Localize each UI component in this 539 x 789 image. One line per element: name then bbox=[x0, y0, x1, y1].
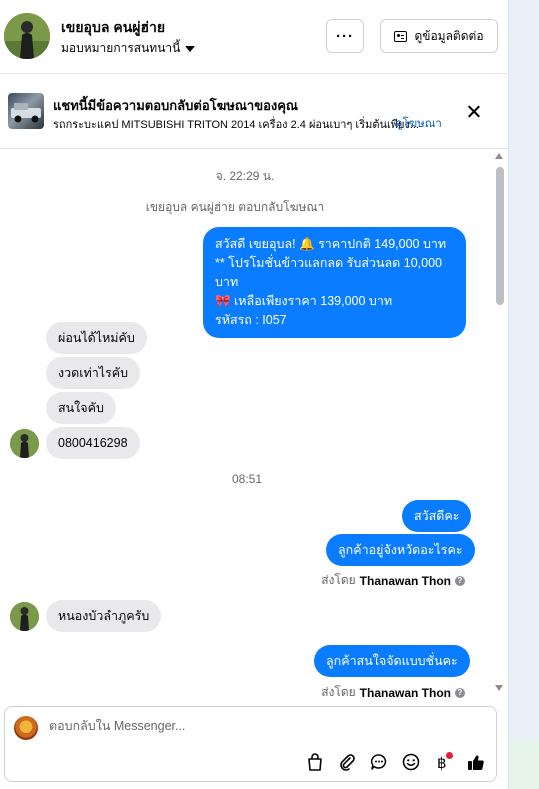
timestamp: 08:51 bbox=[231, 472, 263, 486]
sent-by-prefix: ส่งโดย bbox=[321, 573, 356, 587]
shopping-bag-icon[interactable] bbox=[305, 752, 325, 772]
paperclip-icon[interactable] bbox=[337, 752, 357, 772]
timestamp: จ. 22:29 น. bbox=[215, 169, 275, 183]
incoming-message: งวดเท่าไรคับ bbox=[46, 357, 141, 389]
sent-by-label: ส่งโดย Thanawan Thon ? bbox=[321, 571, 465, 590]
assign-conversation-dropdown[interactable]: มอบหมายการสนทนานี้ bbox=[61, 39, 196, 58]
ad-reply-line: สวัสดี เขยอุบล! 🔔 ราคาปกติ 149,000 บาท bbox=[215, 237, 447, 251]
sent-by-name: Thanawan Thon bbox=[359, 573, 451, 588]
ad-reply-line: ** โปรโมชั่นข้าวแลกลด รับส่วนลด 10,000 บ… bbox=[215, 256, 442, 289]
thumbs-up-icon[interactable] bbox=[466, 752, 486, 772]
message-list: จ. 22:29 น. เขยอุบล คนผู่ฮ่าย ตอบกลับโฆษ… bbox=[0, 150, 508, 700]
conversation-header: เขยอุบล คนผู่ฮ่าย มอบหมายการสนทนานี้ ···… bbox=[0, 0, 508, 74]
incoming-message: สนใจคับ bbox=[46, 392, 116, 424]
message-composer: ฿ bbox=[4, 706, 497, 782]
emoji-icon[interactable] bbox=[401, 752, 421, 772]
caret-down-icon bbox=[185, 45, 196, 52]
sent-by-prefix: ส่งโดย bbox=[321, 685, 356, 699]
ad-reply-banner: แชทนี้มีข้อความตอบกลับต่อโฆษณาของคุณ รถก… bbox=[0, 75, 508, 149]
notification-dot bbox=[446, 752, 453, 759]
avatar-photo bbox=[4, 13, 50, 59]
more-options-button[interactable]: ··· bbox=[326, 19, 364, 53]
view-contact-label: ดูข้อมูลติดต่อ bbox=[414, 28, 484, 43]
conversation-panel: เขยอุบล คนผู่ฮ่าย มอบหมายการสนทนานี้ ···… bbox=[0, 0, 508, 789]
ad-auto-reply-bubble: สวัสดี เขยอุบล! 🔔 ราคาปกติ 149,000 บาท *… bbox=[203, 227, 466, 338]
reply-input[interactable] bbox=[49, 719, 449, 733]
outgoing-message: สวัสดีคะ bbox=[402, 500, 472, 532]
outgoing-message: ลูกค้าสนใจจัดแบบชั่นคะ bbox=[314, 645, 470, 677]
ad-thumbnail bbox=[8, 93, 44, 129]
svg-text:฿: ฿ bbox=[437, 754, 447, 771]
close-icon[interactable] bbox=[465, 103, 483, 121]
scroll-down-arrow[interactable] bbox=[495, 685, 503, 691]
view-contact-button[interactable]: ดูข้อมูลติดต่อ bbox=[380, 19, 498, 53]
scrollbar-thumb[interactable] bbox=[496, 167, 504, 305]
info-icon[interactable]: ? bbox=[455, 575, 465, 586]
ad-banner-title: แชทนี้มีข้อความตอบกลับต่อโฆษณาของคุณ bbox=[53, 98, 298, 113]
sent-by-name: Thanawan Thon bbox=[359, 685, 451, 700]
avatar[interactable] bbox=[4, 13, 50, 59]
incoming-message: 0800416298 bbox=[46, 427, 140, 459]
contact-name[interactable]: เขยอุบล คนผู่ฮ่าย bbox=[61, 17, 165, 39]
payment-baht-icon[interactable]: ฿ bbox=[433, 752, 453, 772]
more-icon: ··· bbox=[336, 27, 354, 45]
info-icon[interactable]: ? bbox=[455, 687, 465, 698]
page-avatar bbox=[14, 716, 38, 740]
side-strip-lower bbox=[509, 740, 539, 789]
chat-bubble-glyph bbox=[370, 754, 387, 770]
shopping-bag-glyph bbox=[308, 753, 322, 771]
ad-replied-note: เขยอุบล คนผู่ฮ่าย ตอบกลับโฆษณา bbox=[145, 200, 325, 214]
scroll-up-arrow[interactable] bbox=[495, 153, 503, 159]
contact-card-icon bbox=[394, 30, 408, 42]
sender-avatar-photo bbox=[10, 602, 39, 631]
side-strip bbox=[508, 0, 539, 789]
ad-reply-line: 🎀 เหลือเพียงราคา 139,000 บาท bbox=[215, 294, 393, 308]
ad-reply-line: รหัสรถ : I057 bbox=[215, 313, 287, 327]
sender-avatar bbox=[10, 602, 39, 631]
saved-reply-icon[interactable] bbox=[369, 752, 389, 772]
paperclip-glyph bbox=[340, 754, 355, 771]
view-ad-link[interactable]: ดูโฆษณา bbox=[395, 115, 442, 133]
incoming-message: หนองบัวลำภูครับ bbox=[46, 600, 162, 632]
sender-avatar bbox=[10, 429, 39, 458]
truck-image bbox=[11, 103, 41, 123]
sent-by-label: ส่งโดย Thanawan Thon ? bbox=[321, 683, 465, 702]
incoming-message: ผ่อนได้ไหม่คับ bbox=[46, 322, 147, 354]
thumbs-up-glyph bbox=[468, 755, 484, 770]
sender-avatar-photo bbox=[10, 429, 39, 458]
outgoing-message: ลูกค้าอยู่จังหวัดอะไรคะ bbox=[326, 534, 475, 566]
ad-description: รถกระบะแคป MITSUBISHI TRITON 2014 เครื่อ… bbox=[53, 119, 419, 131]
assign-label: มอบหมายการสนทนานี้ bbox=[61, 41, 181, 55]
smiley-glyph bbox=[402, 753, 420, 771]
